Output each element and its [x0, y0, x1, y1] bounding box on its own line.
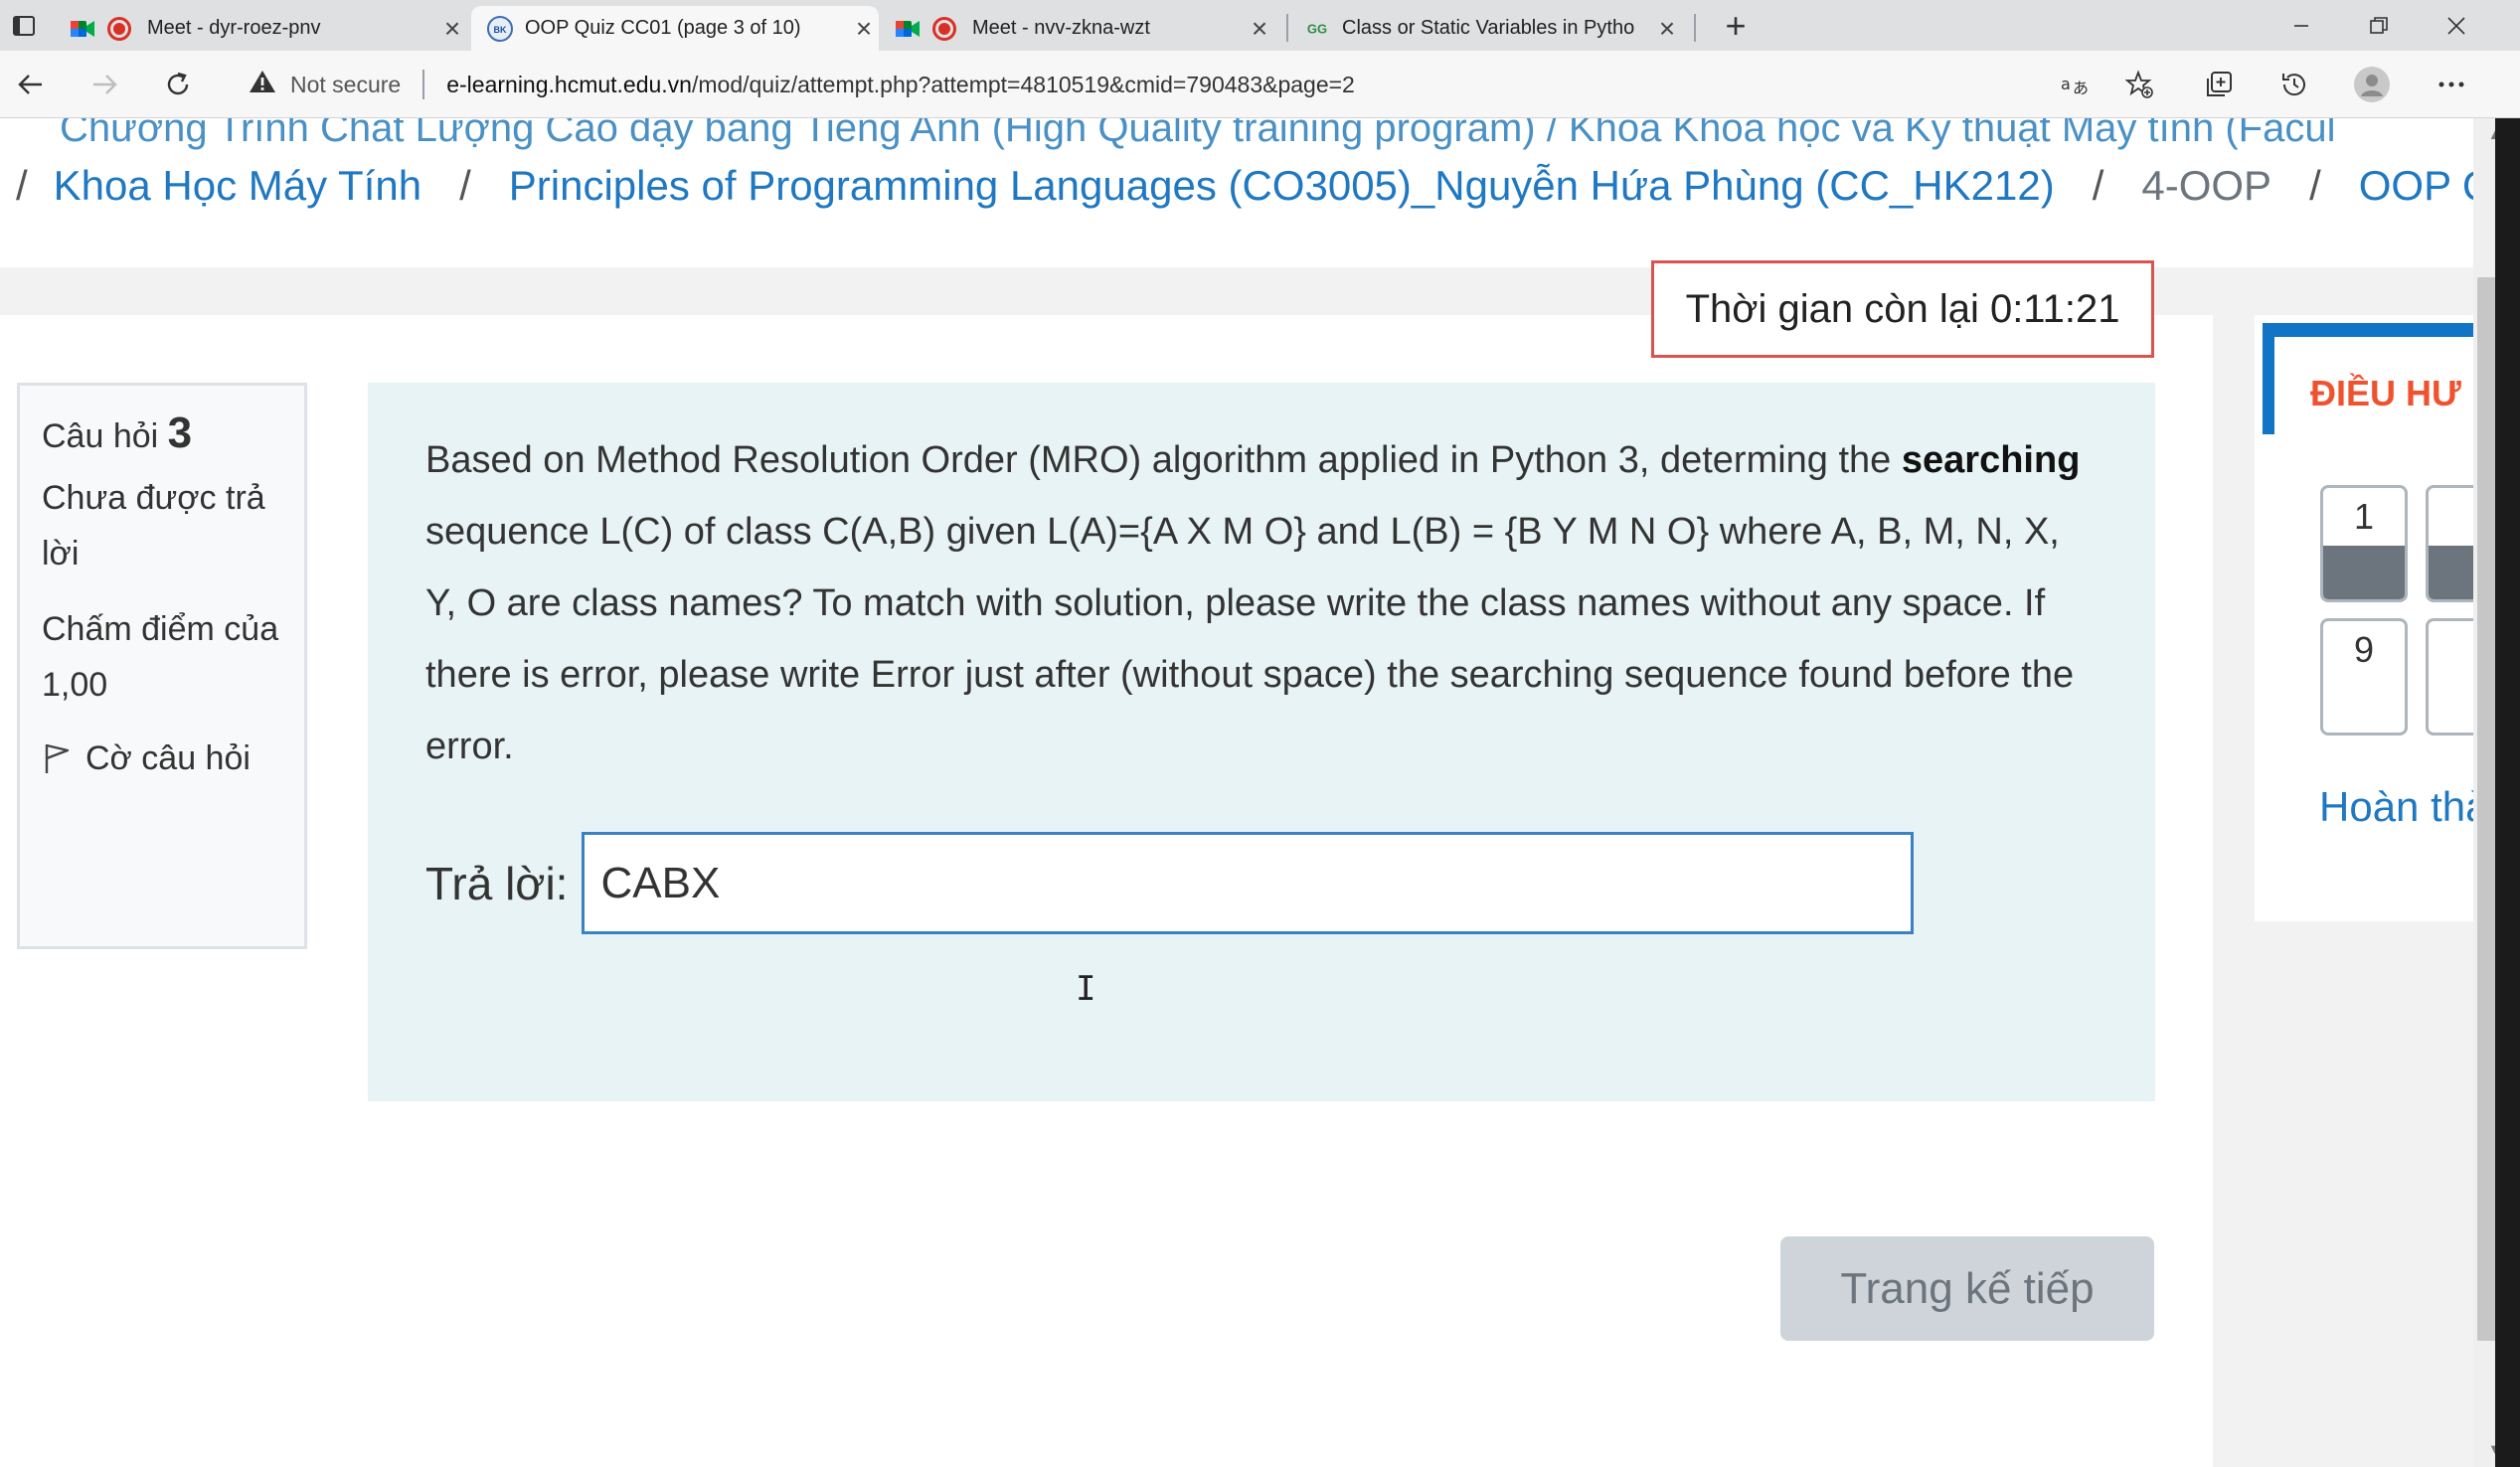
- close-tab-icon[interactable]: ×: [1245, 13, 1274, 45]
- desktop-edge: [2495, 118, 2520, 1467]
- breadcrumb-top-partial[interactable]: Chương Trình Chất Lượng Cao dạy bằng Tiế…: [60, 118, 2335, 151]
- finish-attempt-link[interactable]: Hoàn thà: [2319, 783, 2488, 831]
- warning-icon: [249, 69, 276, 101]
- url-domain: e-learning.hcmut.edu.vn: [446, 71, 692, 97]
- next-page-button[interactable]: Trang kế tiếp: [1780, 1236, 2154, 1341]
- quiz-nav-label: 9: [2353, 629, 2375, 670]
- svg-text:あ: あ: [2073, 79, 2089, 97]
- tab-separator: [1694, 14, 1696, 42]
- tab-separator: [1286, 14, 1288, 42]
- quiz-nav-title: ĐIỀU HƯ: [2310, 373, 2461, 413]
- geeksforgeeks-icon: GG: [1304, 16, 1330, 42]
- restore-icon[interactable]: [2341, 0, 2417, 51]
- text-cursor-icon: I: [1076, 969, 1096, 1009]
- breadcrumb-item-section: 4-OOP: [2141, 162, 2272, 209]
- breadcrumb: / Khoa Học Máy Tính / Principles of Prog…: [16, 156, 2473, 216]
- more-options-icon[interactable]: [2424, 61, 2479, 108]
- svg-text:GG: GG: [1307, 21, 1327, 36]
- breadcrumb-separator: /: [459, 162, 471, 209]
- browser-tab-bar: Meet - dyr-roez-pnv × BK OOP Quiz CC01 (…: [0, 0, 2520, 51]
- question-state: Chưa được trả lời: [42, 479, 265, 572]
- tab-actions-icon[interactable]: [0, 0, 48, 51]
- recording-icon: [107, 16, 131, 41]
- tab-title: Class or Static Variables in Pytho: [1342, 17, 1635, 39]
- svg-text:a: a: [2061, 75, 2071, 93]
- svg-text:BK: BK: [494, 25, 507, 35]
- url-path: /mod/quiz/attempt.php?attempt=4810519&cm…: [691, 71, 1355, 97]
- answer-input[interactable]: [582, 832, 1915, 934]
- tab-quiz[interactable]: BK OOP Quiz CC01 (page 3 of 10) ×: [471, 6, 879, 51]
- question-text-part: sequence L(C) of class C(A,B) given L(A)…: [425, 511, 2075, 767]
- close-tab-icon[interactable]: ×: [1652, 13, 1682, 45]
- reload-icon[interactable]: [153, 61, 203, 108]
- back-icon[interactable]: [6, 61, 56, 108]
- question-label: Câu hỏi: [42, 417, 159, 455]
- breadcrumb-item-course[interactable]: Principles of Programming Languages (CO3…: [509, 162, 2055, 210]
- quiz-nav-button-9[interactable]: 9: [2320, 618, 2408, 735]
- tab-meet-2[interactable]: Meet - nvv-zkna-wzt ×: [895, 6, 1274, 51]
- google-meet-icon: [70, 16, 95, 42]
- tab-meet-1[interactable]: Meet - dyr-roez-pnv ×: [70, 6, 467, 51]
- question-text: Based on Method Resolution Order (MRO) a…: [425, 424, 2098, 782]
- profile-avatar[interactable]: [2344, 61, 2400, 108]
- security-label[interactable]: Not secure: [290, 72, 401, 98]
- tab-title: Meet - dyr-roez-pnv: [147, 17, 321, 39]
- question-text-bold: searching: [1901, 439, 2081, 481]
- flag-question-button[interactable]: Cờ câu hỏi: [42, 731, 282, 786]
- answer-row: Trả lời:: [425, 832, 1915, 934]
- collections-icon[interactable]: [2191, 61, 2247, 108]
- divider: [422, 70, 425, 99]
- question-number: Câu hỏi 3: [42, 406, 282, 464]
- browser-address-bar: Not secure e-learning.hcmut.edu.vn/mod/q…: [0, 51, 2520, 118]
- history-icon[interactable]: [2267, 61, 2322, 108]
- question-mark-value: 1,00: [42, 666, 108, 704]
- answer-label: Trả lời:: [425, 857, 569, 909]
- bkel-icon: BK: [487, 15, 513, 42]
- quiz-timer: Thời gian còn lại 0:11:21: [1651, 260, 2154, 358]
- recording-icon: [932, 16, 956, 41]
- minimize-icon[interactable]: [2264, 0, 2339, 51]
- question-text-part: Based on Method Resolution Order (MRO) a…: [425, 439, 1902, 481]
- quiz-nav-label: 1: [2353, 496, 2375, 537]
- read-aloud-icon[interactable]: aあ: [2046, 61, 2101, 108]
- answered-indicator: [2323, 546, 2405, 599]
- add-favorite-icon[interactable]: [2111, 61, 2167, 108]
- tab-title: OOP Quiz CC01 (page 3 of 10): [525, 17, 801, 39]
- breadcrumb-separator: /: [2092, 162, 2104, 209]
- breadcrumb-item-quiz[interactable]: OOP Qui: [2359, 162, 2473, 210]
- close-tab-icon[interactable]: ×: [437, 13, 467, 45]
- breadcrumb-item-khoa-hoc-may-tinh[interactable]: Khoa Học Máy Tính: [54, 162, 421, 210]
- tab-title: Meet - nvv-zkna-wzt: [972, 17, 1150, 39]
- breadcrumb-separator: /: [2309, 162, 2321, 209]
- new-tab-button[interactable]: +: [1708, 0, 1764, 51]
- address-field[interactable]: Not secure e-learning.hcmut.edu.vn/mod/q…: [231, 59, 2159, 110]
- google-meet-icon: [895, 16, 921, 42]
- tab-gfg[interactable]: GG Class or Static Variables in Pytho ×: [1304, 6, 1682, 51]
- quiz-nav-header: ĐIỀU HƯ: [2263, 323, 2473, 434]
- question-number-value: 3: [167, 408, 193, 457]
- flag-icon: [45, 743, 70, 773]
- breadcrumb-separator: /: [16, 162, 28, 209]
- url-text[interactable]: e-learning.hcmut.edu.vn/mod/quiz/attempt…: [446, 72, 1355, 98]
- question-content: Based on Method Resolution Order (MRO) a…: [368, 383, 2155, 1101]
- question-mark-label: Chấm điểm của: [42, 610, 279, 648]
- quiz-nav-button-1[interactable]: 1: [2320, 485, 2408, 602]
- close-tab-icon[interactable]: ×: [849, 13, 879, 45]
- close-window-icon[interactable]: [2419, 0, 2494, 51]
- forward-icon[interactable]: [80, 61, 129, 108]
- flag-label: Cờ câu hỏi: [85, 739, 251, 777]
- question-info: Câu hỏi 3 Chưa được trả lời Chấm điểm củ…: [17, 383, 307, 949]
